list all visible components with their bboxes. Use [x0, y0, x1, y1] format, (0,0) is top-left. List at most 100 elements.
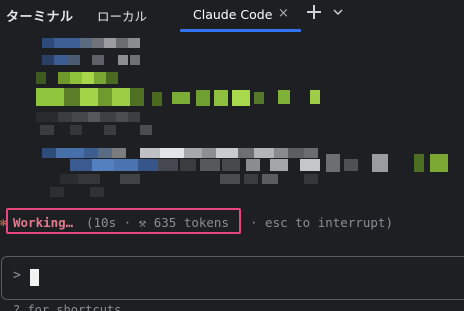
redacted-block	[180, 159, 196, 171]
tab-local[interactable]: ローカル	[97, 6, 147, 25]
redacted-block	[196, 90, 210, 106]
redacted-block	[274, 148, 288, 158]
redacted-block	[152, 92, 162, 106]
redacted-block	[98, 88, 112, 106]
redacted-block	[54, 55, 68, 65]
redacted-block	[220, 174, 240, 184]
redacted-block	[244, 174, 258, 184]
redacted-block	[304, 148, 318, 158]
redacted-block	[112, 148, 126, 158]
redacted-block	[58, 72, 70, 84]
active-tab-indicator	[180, 29, 301, 32]
redacted-block	[80, 88, 98, 106]
redacted-block	[58, 112, 72, 122]
redacted-block	[140, 148, 160, 158]
close-icon[interactable]: ×	[278, 6, 289, 21]
redacted-block	[118, 55, 128, 65]
redacted-block	[254, 148, 274, 158]
redacted-block	[326, 154, 340, 172]
redacted-block	[310, 90, 320, 104]
redacted-block	[68, 55, 80, 65]
redacted-block	[270, 159, 288, 171]
chevron-down-icon[interactable]	[333, 7, 343, 17]
redacted-block	[42, 38, 54, 48]
tab-bar: ターミナル ローカル Claude Code ×	[0, 0, 464, 32]
redacted-block	[372, 154, 388, 172]
redacted-block	[288, 148, 304, 158]
redacted-block	[92, 38, 104, 48]
redacted-block	[202, 148, 216, 158]
redacted-block	[128, 112, 140, 122]
redacted-block	[172, 92, 190, 104]
redacted-block	[36, 112, 58, 122]
redacted-block	[54, 38, 80, 48]
redacted-block	[56, 148, 84, 158]
redacted-block	[100, 112, 116, 122]
redacted-block	[42, 55, 54, 65]
redacted-block	[84, 148, 98, 158]
redacted-block	[222, 159, 240, 171]
interrupt-hint: · esc to interrupt)	[250, 215, 393, 230]
redacted-block	[36, 72, 46, 84]
redacted-block	[114, 159, 138, 171]
redacted-block	[42, 148, 56, 158]
terminal-window: ターミナル ローカル Claude Code × ✻ Working… (10s…	[0, 0, 464, 311]
terminal-output-redacted	[0, 34, 464, 204]
redacted-block	[82, 72, 94, 84]
redacted-block	[88, 112, 100, 122]
redacted-block	[214, 90, 228, 106]
redacted-block	[158, 159, 178, 171]
redacted-block	[184, 148, 202, 158]
redacted-block	[60, 174, 78, 184]
redacted-block	[120, 174, 140, 184]
redacted-block	[238, 148, 254, 158]
redacted-block	[92, 159, 114, 171]
redacted-block	[130, 88, 144, 106]
redacted-block	[106, 72, 118, 84]
redacted-block	[78, 174, 100, 184]
redacted-block	[70, 72, 82, 84]
shortcuts-hint: ? for shortcuts	[13, 303, 122, 311]
redacted-block	[70, 159, 92, 171]
redacted-block	[80, 38, 92, 48]
redacted-block	[278, 90, 290, 104]
tab-claude-code-label: Claude Code	[193, 7, 273, 22]
redacted-block	[138, 159, 158, 171]
redacted-block	[64, 88, 80, 106]
tab-claude-code[interactable]: Claude Code ×	[180, 0, 301, 32]
redacted-block	[98, 148, 112, 158]
elapsed-tokens-info: (10s · ⚒ 635 tokens	[86, 215, 229, 230]
text-cursor	[30, 269, 39, 286]
prompt-input[interactable]: >	[1, 256, 464, 300]
redacted-block	[140, 125, 152, 135]
redacted-block	[104, 125, 116, 135]
redacted-block	[50, 187, 64, 197]
redacted-block	[216, 148, 238, 158]
redacted-block	[344, 159, 358, 171]
redacted-block	[254, 92, 264, 104]
redacted-block	[246, 159, 260, 171]
status-line: ✻ Working… (10s · ⚒ 635 tokens · esc to …	[0, 208, 464, 234]
redacted-block	[36, 88, 64, 106]
redacted-block	[200, 159, 220, 171]
panel-title: ターミナル	[6, 10, 74, 25]
redacted-block	[262, 174, 278, 184]
prompt-char: >	[13, 268, 21, 283]
redacted-block	[116, 38, 128, 48]
redacted-block	[92, 55, 104, 65]
redacted-block	[70, 125, 82, 135]
redacted-block	[40, 125, 54, 135]
redacted-block	[116, 112, 128, 122]
redacted-block	[232, 90, 250, 106]
redacted-block	[160, 148, 184, 158]
redacted-block	[128, 38, 140, 48]
redacted-block	[430, 154, 448, 172]
redacted-block	[112, 88, 130, 106]
redacted-block	[94, 72, 106, 84]
redacted-block	[300, 159, 320, 171]
redacted-block	[72, 112, 88, 122]
plus-icon[interactable]	[306, 4, 322, 20]
redacted-block	[104, 38, 116, 48]
redacted-block	[90, 187, 104, 197]
working-label: Working…	[13, 215, 74, 230]
